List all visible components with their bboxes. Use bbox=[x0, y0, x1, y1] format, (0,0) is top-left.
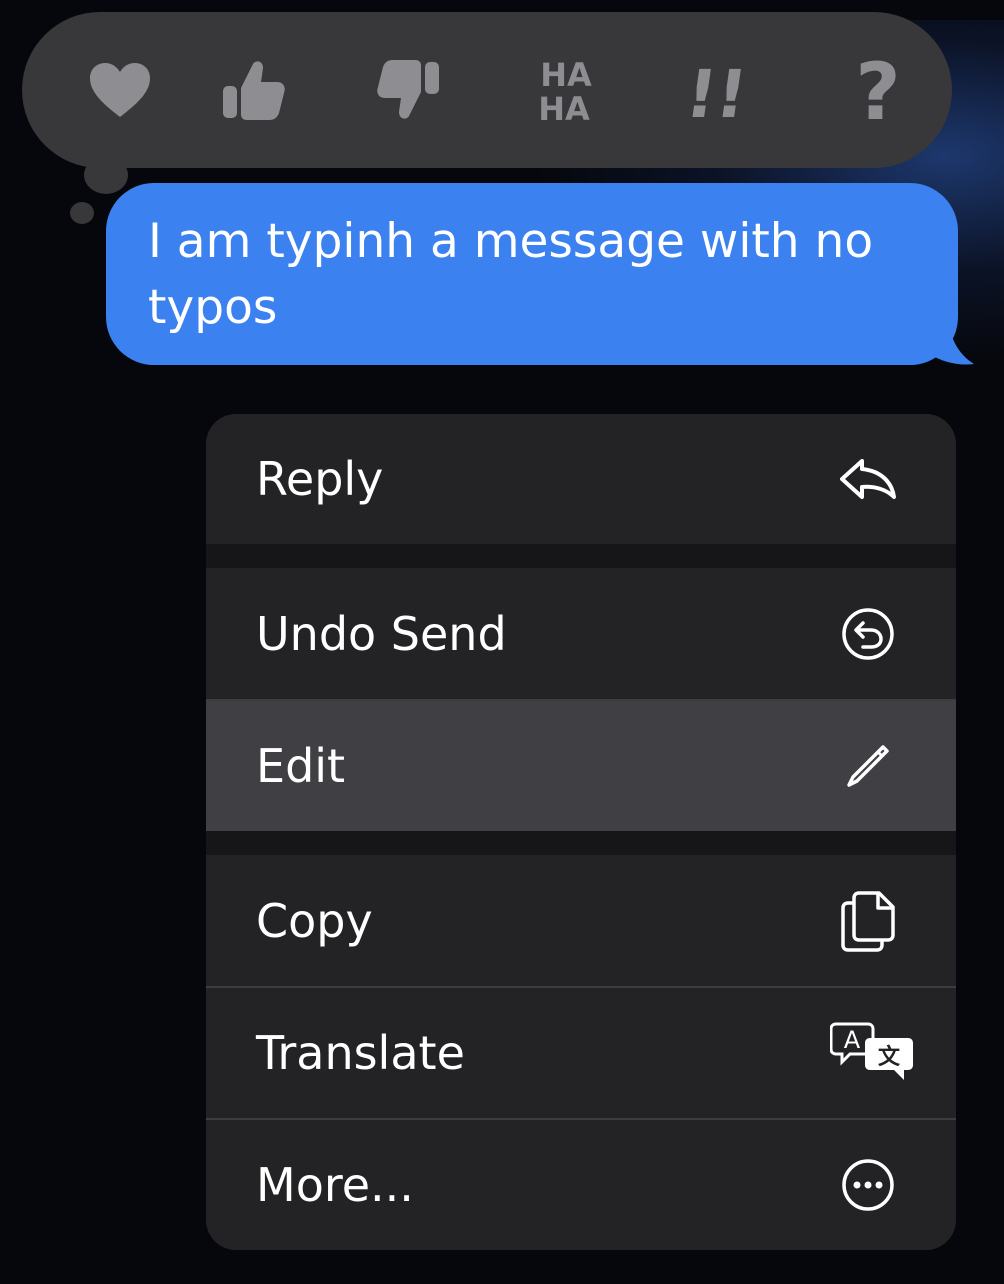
menu-section-gap bbox=[206, 831, 956, 855]
ellipsis-circle-icon bbox=[836, 1153, 900, 1217]
svg-text:HA: HA bbox=[540, 56, 592, 94]
tapback-question-button[interactable]: ? bbox=[828, 12, 928, 168]
svg-text:A: A bbox=[844, 1026, 861, 1054]
tapback-bar: HA HA !! ? bbox=[22, 12, 952, 168]
messages-screen: HA HA !! ? I am typinh a message with no… bbox=[0, 0, 1004, 1284]
bubble-tail bbox=[924, 318, 974, 365]
thumbs-down-icon bbox=[377, 60, 439, 119]
menu-item-label: Translate bbox=[256, 1026, 465, 1080]
menu-item-edit[interactable]: Edit bbox=[206, 701, 956, 831]
tapback-exclamation-button[interactable]: !! bbox=[672, 12, 772, 168]
tapback-thumbs-down-button[interactable] bbox=[358, 12, 458, 168]
tapback-bubble-dot bbox=[84, 156, 128, 194]
translate-icon: A 文 bbox=[830, 1021, 914, 1085]
menu-item-label: Copy bbox=[256, 893, 373, 948]
menu-item-label: Reply bbox=[256, 452, 384, 506]
menu-item-label: More... bbox=[256, 1158, 414, 1212]
copy-icon bbox=[836, 889, 900, 953]
menu-item-label: Undo Send bbox=[256, 606, 507, 661]
heart-icon bbox=[90, 63, 150, 117]
message-text: I am typinh a message with no typos bbox=[148, 214, 874, 335]
haha-icon: HA HA bbox=[538, 56, 592, 126]
menu-item-copy[interactable]: Copy bbox=[206, 855, 956, 986]
tapback-thumbs-up-button[interactable] bbox=[204, 12, 304, 168]
context-menu: Reply Undo Send Edit Copy Translate A 文 … bbox=[206, 414, 956, 1250]
menu-item-more[interactable]: More... bbox=[206, 1120, 956, 1250]
reply-icon bbox=[836, 447, 900, 511]
undo-send-icon bbox=[836, 602, 900, 666]
tapback-haha-button[interactable]: HA HA bbox=[516, 12, 616, 168]
question-mark-icon: ? bbox=[855, 53, 900, 127]
svg-text:HA: HA bbox=[538, 90, 590, 126]
menu-section-gap bbox=[206, 544, 956, 568]
menu-item-translate[interactable]: Translate A 文 bbox=[206, 988, 956, 1118]
pencil-icon bbox=[836, 734, 900, 798]
svg-text:文: 文 bbox=[878, 1044, 901, 1070]
menu-item-undo-send[interactable]: Undo Send bbox=[206, 568, 956, 699]
message-bubble[interactable]: I am typinh a message with no typos bbox=[106, 183, 958, 365]
double-exclamation-icon: !! bbox=[692, 55, 752, 125]
tapback-heart-button[interactable] bbox=[70, 12, 170, 168]
tapback-bubble-dot-small bbox=[70, 202, 94, 224]
svg-text:!!: !! bbox=[692, 55, 752, 125]
thumbs-up-icon bbox=[223, 61, 285, 120]
menu-item-label: Edit bbox=[256, 739, 346, 793]
menu-item-reply[interactable]: Reply bbox=[206, 414, 956, 544]
svg-text:?: ? bbox=[855, 53, 900, 127]
